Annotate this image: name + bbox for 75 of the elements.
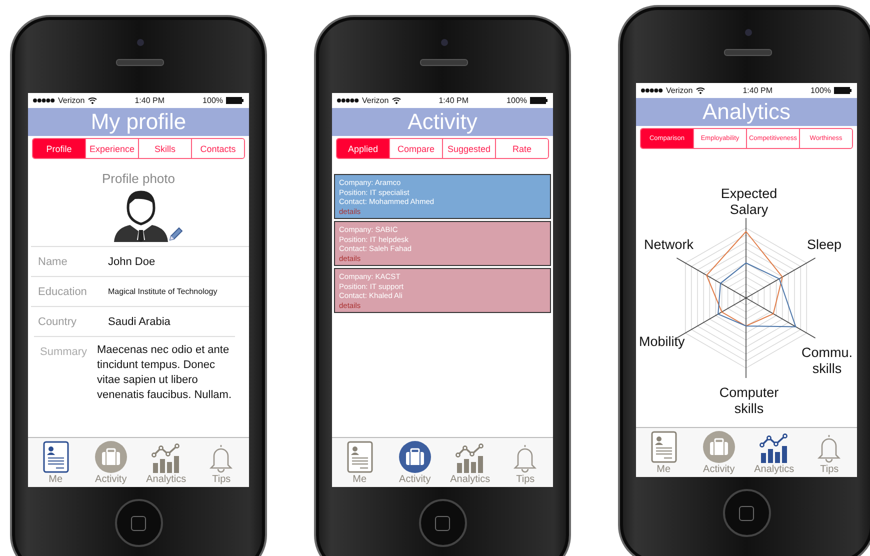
field-label: Summary [39, 345, 88, 360]
bell-icon [512, 443, 538, 473]
wifi-icon [88, 97, 97, 104]
home-button[interactable] [418, 499, 466, 547]
segment-tab[interactable]: Profile [33, 139, 85, 158]
briefcase-icon [398, 441, 431, 473]
screen-title: Activity [332, 108, 553, 136]
field-value: John Doe [108, 256, 156, 268]
carrier-label: Verizon [58, 96, 85, 105]
battery-percent: 100% [202, 96, 224, 105]
signal-dots-icon [337, 98, 359, 103]
carrier-label: Verizon [666, 86, 693, 95]
axis-label: Network [644, 237, 694, 253]
profile-card-icon [42, 441, 69, 473]
bell-icon [208, 443, 234, 473]
segment-tab[interactable]: Rate [495, 139, 548, 158]
camera-icon [441, 39, 448, 46]
tab-bar-item[interactable]: Analytics [746, 428, 802, 477]
briefcase-icon [702, 431, 735, 463]
screen-title: My profile [28, 108, 249, 136]
tab-bar-item[interactable]: Me [28, 438, 84, 487]
signal-dots-icon [33, 98, 55, 103]
battery-icon [834, 87, 852, 94]
axis-label: Sleep [807, 237, 842, 253]
bar-chart-icon [151, 443, 182, 473]
segment-tab[interactable]: Contacts [191, 139, 244, 158]
battery-icon [226, 97, 244, 104]
field-label: Country [37, 316, 78, 328]
axis-label: Computer skills [718, 385, 780, 417]
signal-dots-icon [641, 88, 663, 93]
segment-tab[interactable]: Applied [337, 139, 389, 158]
profile-card-icon [650, 431, 677, 463]
profile-card-icon [346, 441, 373, 473]
axis-label: Expected Salary [720, 186, 778, 218]
screen-title: Analytics [636, 98, 857, 126]
home-button[interactable] [114, 499, 162, 547]
person-silhouette-icon [114, 190, 168, 242]
field-value: Saudi Arabia [108, 316, 170, 328]
speaker-icon [724, 49, 772, 56]
bar-chart-icon [455, 443, 486, 473]
bell-icon [816, 433, 842, 463]
tab-bar-item[interactable]: Analytics [442, 438, 498, 487]
battery-percent: 100% [506, 96, 528, 105]
tab-bar-item[interactable]: Tips [498, 438, 553, 487]
photo-label: Profile photo [102, 171, 175, 186]
briefcase-icon [94, 441, 127, 473]
camera-icon [745, 29, 752, 36]
clock-time: 1:40 PM [742, 86, 773, 95]
field-label: Name [37, 256, 68, 268]
clock-time: 1:40 PM [438, 96, 469, 105]
clock-time: 1:40 PM [134, 96, 165, 105]
wifi-icon [392, 97, 401, 104]
speaker-icon [420, 59, 468, 66]
wifi-icon [696, 87, 705, 94]
tab-bar-item[interactable]: Tips [194, 438, 249, 487]
tab-bar-item[interactable]: Me [636, 428, 692, 477]
axis-label: Mobility [639, 334, 685, 350]
camera-icon [137, 39, 144, 46]
carrier-label: Verizon [362, 96, 389, 105]
tab-bar-item[interactable]: Activity [387, 438, 442, 487]
pencil-icon[interactable] [168, 226, 184, 242]
speaker-icon [116, 59, 164, 66]
tab-bar-item[interactable]: Tips [802, 428, 857, 477]
battery-icon [530, 97, 548, 104]
tab-bar-item[interactable]: Me [332, 438, 388, 487]
summary-text: Maecenas nec odio et ante tincidunt tempus. Donec vitae sapien ut libero venenatis faucibus. Nullam. [97, 343, 233, 403]
battery-percent: 100% [810, 86, 832, 95]
home-button[interactable] [722, 489, 770, 537]
field-value: Magical Institute of Technology [108, 287, 218, 296]
tab-bar-item[interactable]: Analytics [138, 438, 194, 487]
field-label: Education [37, 286, 88, 298]
tab-bar-item[interactable]: Activity [83, 438, 138, 487]
bar-chart-icon [759, 433, 790, 463]
tab-bar-item[interactable]: Activity [691, 428, 746, 477]
axis-label: Commu. skills [800, 345, 854, 377]
